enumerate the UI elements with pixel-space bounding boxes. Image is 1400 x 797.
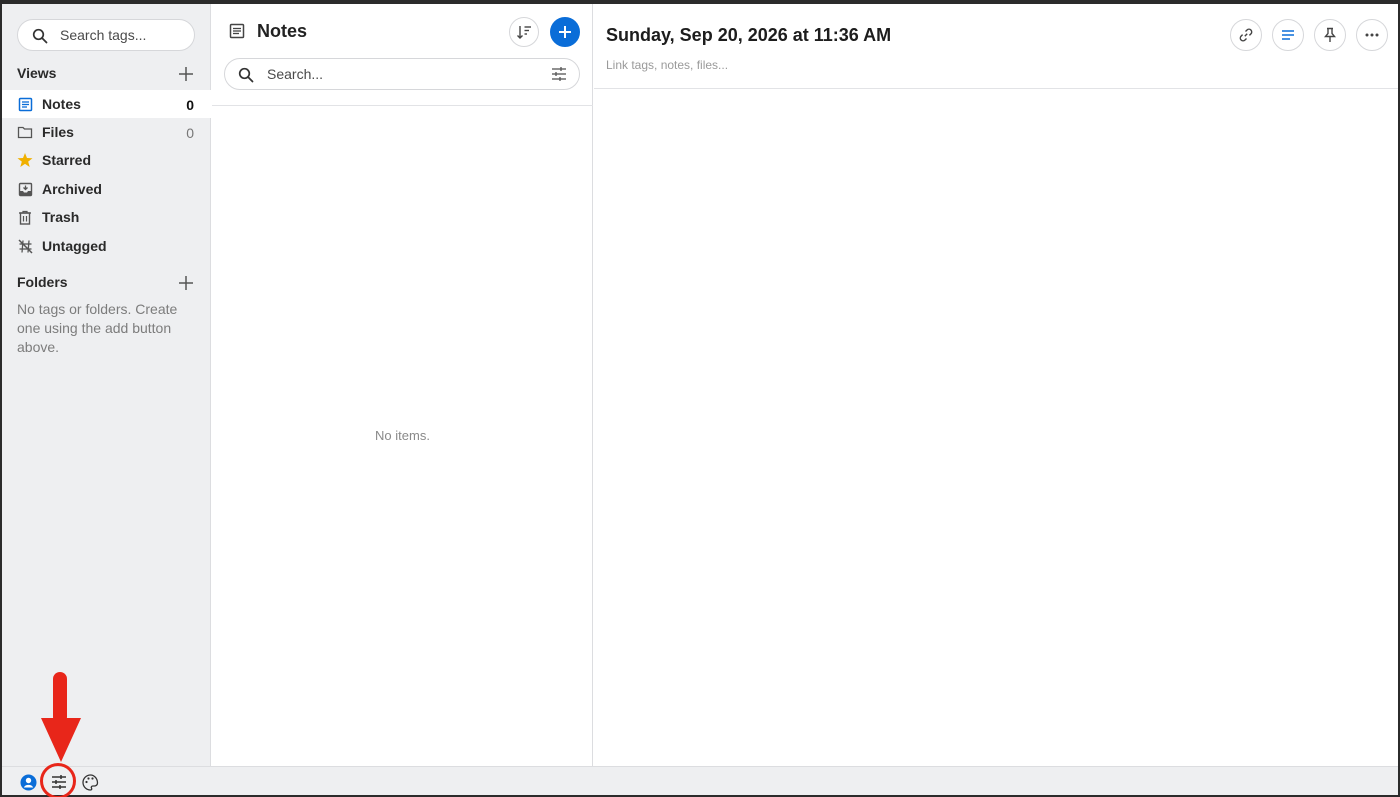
search-icon [32,28,48,49]
sidebar-item-notes[interactable]: Notes 0 [2,90,211,118]
empty-list-message: No items. [375,428,430,443]
sidebar-item-label: Files [42,124,74,140]
notes-icon [229,23,245,44]
views-header: Views [17,63,197,85]
plus-icon [179,67,193,81]
sidebar-item-count: 0 [186,125,194,141]
trash-icon [17,209,33,225]
link-tags-input[interactable]: Link tags, notes, files... [606,58,728,72]
notes-search-input[interactable] [267,59,537,89]
pin-icon [1324,27,1336,42]
plus-icon [179,276,193,290]
divider [594,88,1398,89]
footer-bar [2,766,1398,795]
account-icon [20,774,36,790]
pin-button[interactable] [1314,19,1346,51]
filter-icon [552,67,566,81]
sort-button[interactable] [509,17,539,47]
tag-search-box[interactable] [17,19,195,51]
note-title[interactable]: Sunday, Sep 20, 2026 at 11:36 AM [606,25,891,46]
new-note-button[interactable] [550,17,580,47]
sort-icon [517,26,531,39]
folders-empty-message: No tags or folders. Create one using the… [17,301,178,355]
tag-search-input[interactable] [60,20,188,50]
notes-icon [17,96,33,112]
sidebar-item-label: Untagged [42,238,107,254]
app-window: Views Notes 0 Files 0 Starred [2,4,1398,795]
annotation-circle [40,763,76,797]
folder-icon [17,124,33,140]
notes-list-pane: Notes No items. [212,4,593,766]
more-options-button[interactable] [1356,19,1388,51]
sidebar-item-starred[interactable]: Starred [2,146,211,174]
themes-icon [81,773,98,791]
views-title: Views [17,65,57,81]
sidebar-item-label: Archived [42,181,102,197]
list-title: Notes [257,21,308,41]
annotation-arrow-icon [41,672,81,762]
untagged-icon [17,238,33,254]
link-button[interactable] [1230,19,1262,51]
divider [212,105,593,106]
sidebar-item-files[interactable]: Files 0 [2,118,211,146]
search-options-button[interactable] [551,66,567,87]
sidebar: Views Notes 0 Files 0 Starred [2,4,211,766]
plus-icon [559,26,571,38]
archive-icon [17,181,33,197]
add-folder-button[interactable] [175,272,197,294]
more-icon [1365,33,1379,37]
sidebar-item-count: 0 [186,97,194,113]
link-icon [1239,28,1253,42]
notes-search-box[interactable] [224,58,580,90]
star-icon [17,152,33,168]
add-view-button[interactable] [175,63,197,85]
sidebar-item-trash[interactable]: Trash [2,203,211,231]
sidebar-item-label: Notes [42,96,81,112]
themes-button[interactable] [80,772,100,792]
folders-header: Folders [17,272,197,294]
sidebar-item-untagged[interactable]: Untagged [2,232,211,260]
note-editor: Sunday, Sep 20, 2026 at 11:36 AM Link ta… [594,4,1398,766]
sidebar-item-label: Trash [42,209,80,225]
note-options-button[interactable] [1272,19,1304,51]
text-align-icon [1282,30,1294,40]
account-button[interactable] [18,772,38,792]
folders-title: Folders [17,274,68,290]
sidebar-item-archived[interactable]: Archived [2,175,211,203]
sidebar-item-label: Starred [42,152,92,168]
search-icon [238,67,254,88]
